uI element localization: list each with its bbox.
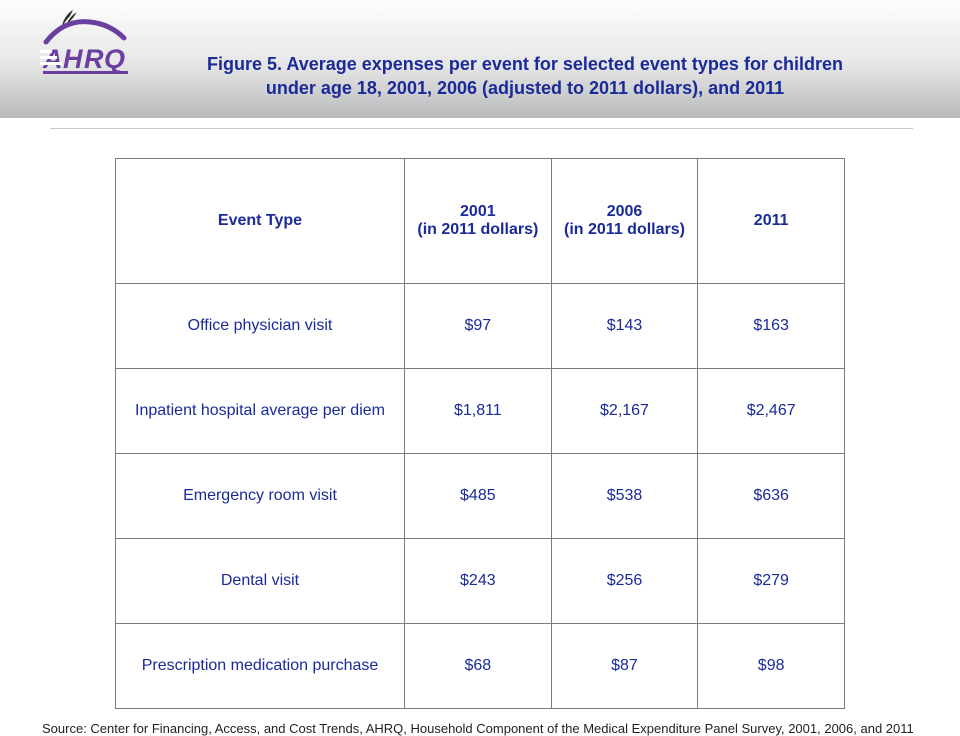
cell-event-type: Inpatient hospital average per diem: [116, 369, 405, 454]
cell-value: $143: [551, 284, 698, 369]
cell-event-type: Office physician visit: [116, 284, 405, 369]
cell-value: $1,811: [405, 369, 552, 454]
cell-value: $256: [551, 539, 698, 624]
svg-text:H: H: [63, 44, 83, 74]
cell-value: $68: [405, 624, 552, 709]
table-row: Emergency room visit $485 $538 $636: [116, 454, 845, 539]
expense-table: Event Type 2001(in 2011 dollars) 2006(in…: [115, 158, 845, 709]
cell-value: $87: [551, 624, 698, 709]
column-header-2011: 2011: [698, 159, 845, 284]
table-header-row: Event Type 2001(in 2011 dollars) 2006(in…: [116, 159, 845, 284]
cell-value: $636: [698, 454, 845, 539]
source-note: Source: Center for Financing, Access, an…: [42, 721, 960, 736]
cell-value: $485: [405, 454, 552, 539]
cell-event-type: Emergency room visit: [116, 454, 405, 539]
cell-value: $2,467: [698, 369, 845, 454]
table-row: Inpatient hospital average per diem $1,8…: [116, 369, 845, 454]
svg-text:Q: Q: [104, 44, 125, 74]
cell-value: $97: [405, 284, 552, 369]
cell-value: $538: [551, 454, 698, 539]
svg-text:R: R: [84, 44, 104, 74]
cell-value: $2,167: [551, 369, 698, 454]
cell-event-type: Prescription medication purchase: [116, 624, 405, 709]
divider: [50, 128, 913, 129]
cell-value: $98: [698, 624, 845, 709]
ahrq-logo-icon: A H R Q: [40, 8, 130, 81]
column-header-2001: 2001(in 2011 dollars): [405, 159, 552, 284]
cell-value: $243: [405, 539, 552, 624]
column-header-2006: 2006(in 2011 dollars): [551, 159, 698, 284]
cell-value: $163: [698, 284, 845, 369]
figure-title: Figure 5. Average expenses per event for…: [190, 52, 860, 100]
table-row: Office physician visit $97 $143 $163: [116, 284, 845, 369]
cell-value: $279: [698, 539, 845, 624]
cell-event-type: Dental visit: [116, 539, 405, 624]
column-header-event-type: Event Type: [116, 159, 405, 284]
table-row: Dental visit $243 $256 $279: [116, 539, 845, 624]
table-row: Prescription medication purchase $68 $87…: [116, 624, 845, 709]
